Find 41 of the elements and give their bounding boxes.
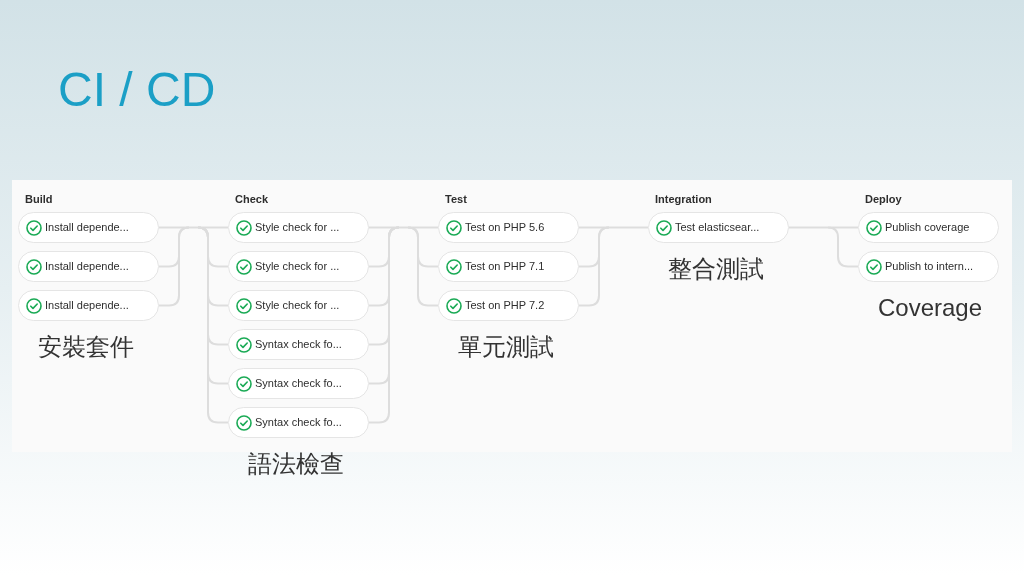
check-circle-icon [26, 219, 42, 236]
stage-title: Integration [655, 192, 712, 206]
check-circle-icon [236, 414, 252, 431]
job-button[interactable]: Install depende... [18, 290, 159, 321]
slide-title: CI / CD [58, 62, 217, 118]
stage-title: Check [235, 192, 269, 206]
job-button[interactable]: Test on PHP 7.2 [438, 290, 579, 321]
check-circle-icon [866, 219, 882, 236]
job-button[interactable]: Publish to intern... [858, 251, 999, 282]
stage-title: Test [445, 192, 467, 206]
annotation-label: 語法檢查 [248, 450, 344, 478]
job-button[interactable]: Syntax check fo... [228, 407, 369, 438]
job-button[interactable]: Install depende... [18, 212, 159, 243]
job-button[interactable]: Style check for ... [228, 290, 369, 321]
job-button[interactable]: Syntax check fo... [228, 368, 369, 399]
job-button[interactable]: Syntax check fo... [228, 329, 369, 360]
job-button[interactable]: Test elasticsear... [648, 212, 789, 243]
job-button[interactable]: Install depende... [18, 251, 159, 282]
stage-title: Deploy [865, 192, 902, 206]
job-button[interactable]: Test on PHP 5.6 [438, 212, 579, 243]
check-circle-icon [236, 219, 252, 236]
check-circle-icon [446, 258, 462, 275]
check-circle-icon [236, 336, 252, 353]
check-circle-icon [866, 258, 882, 275]
check-circle-icon [446, 297, 462, 314]
check-circle-icon [236, 297, 252, 314]
job-button[interactable]: Publish coverage [858, 212, 999, 243]
job-button[interactable]: Style check for ... [228, 212, 369, 243]
check-circle-icon [236, 258, 252, 275]
check-circle-icon [26, 297, 42, 314]
annotation-label: 整合測試 [668, 255, 764, 283]
job-button[interactable]: Test on PHP 7.1 [438, 251, 579, 282]
annotation-label: 單元測試 [458, 333, 554, 361]
check-circle-icon [446, 219, 462, 236]
check-circle-icon [656, 219, 672, 236]
check-circle-icon [236, 375, 252, 392]
stage-title: Build [25, 192, 53, 206]
annotation-label: 安裝套件 [38, 333, 134, 361]
job-button[interactable]: Style check for ... [228, 251, 369, 282]
check-circle-icon [26, 258, 42, 275]
annotation-label: Coverage [878, 294, 983, 322]
